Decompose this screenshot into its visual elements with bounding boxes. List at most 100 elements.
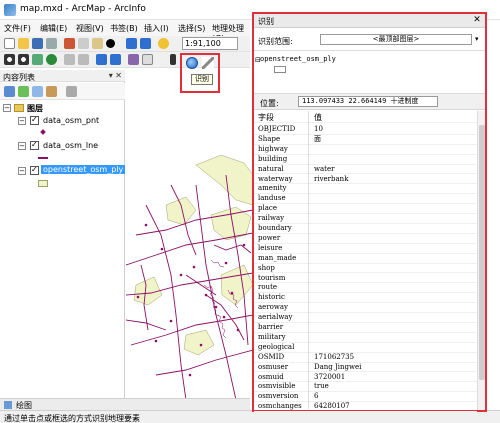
menu-selection[interactable]: 选择(S) [178, 23, 205, 34]
attribute-row[interactable]: building [254, 155, 477, 165]
value-column-header[interactable]: 值 [314, 113, 322, 122]
line-symbol-icon [38, 157, 48, 159]
menu-file[interactable]: 文件(F) [4, 23, 31, 34]
layer-label-lne[interactable]: data_osm_lne [43, 141, 98, 150]
open-folder-icon[interactable] [18, 38, 29, 49]
layer-visibility-checkbox-lne[interactable] [30, 140, 39, 150]
attribute-row[interactable]: tourism [254, 274, 477, 284]
attribute-row[interactable]: osmchanges 64280107 [254, 402, 477, 413]
collapse-layer-lne-icon[interactable]: − [18, 142, 26, 150]
attribute-row[interactable]: route [254, 283, 477, 294]
add-data-icon[interactable] [158, 38, 169, 49]
attribute-row[interactable]: aerialway [254, 313, 477, 323]
attribute-value: 64280107 [314, 402, 350, 411]
zoom-in-icon[interactable] [4, 54, 15, 65]
attribute-row[interactable]: natural water [254, 165, 477, 175]
polygon-symbol-icon [38, 180, 48, 187]
attribute-row[interactable]: railway [254, 214, 477, 224]
zoom-out-icon[interactable] [18, 54, 29, 65]
fixed-zoom-in-icon[interactable] [64, 54, 75, 65]
list-by-drawing-order-icon[interactable] [4, 86, 15, 97]
menu-bookmarks[interactable]: 书签(B) [110, 23, 138, 34]
fixed-zoom-out-icon[interactable] [78, 54, 89, 65]
identify-title: 识别 [258, 17, 274, 26]
attribute-row[interactable]: historic [254, 293, 477, 304]
identify-from-dropdown[interactable]: <最顶部图层> [320, 34, 472, 45]
attribute-field: historic [258, 293, 285, 302]
attribute-row[interactable]: leisure [254, 244, 477, 254]
attribute-row[interactable]: osmversion 6 [254, 392, 477, 403]
tree-layer-node[interactable]: openstreet_osm_ply [260, 55, 336, 63]
attribute-table-scrollbar[interactable] [477, 111, 485, 410]
clear-selection-icon[interactable] [142, 54, 153, 65]
chevron-down-icon[interactable]: ▾ [475, 35, 479, 43]
list-by-selection-icon[interactable] [46, 86, 57, 97]
list-by-visibility-icon[interactable] [32, 86, 43, 97]
forward-extent-icon[interactable] [110, 54, 121, 65]
cut-icon[interactable] [64, 38, 75, 49]
toc-root-label: 图层 [27, 104, 43, 113]
full-extent-icon[interactable] [46, 54, 57, 65]
attribute-row[interactable]: highway [254, 145, 477, 155]
layer-visibility-checkbox-ply[interactable] [30, 165, 39, 175]
list-by-source-icon[interactable] [18, 86, 29, 97]
attribute-row[interactable]: geological [254, 343, 477, 353]
collapse-root-icon[interactable]: − [3, 104, 11, 112]
copy-icon[interactable] [78, 38, 89, 49]
layer-label-ply[interactable]: openstreet_osm_ply [41, 165, 126, 174]
redo-icon[interactable] [140, 38, 151, 49]
attribute-field: osmvisible [258, 382, 296, 391]
attribute-row[interactable]: amenity [254, 184, 477, 195]
collapse-layer-ply-icon[interactable]: − [18, 167, 26, 175]
menu-view[interactable]: 视图(V) [76, 23, 104, 34]
select-features-icon[interactable] [128, 54, 139, 65]
select-elements-icon[interactable] [170, 54, 176, 65]
attribute-row[interactable]: osmvisible true [254, 382, 477, 393]
map-canvas[interactable] [126, 145, 253, 400]
menu-insert[interactable]: 插入(I) [144, 23, 169, 34]
attribute-value: true [314, 382, 329, 391]
osm-map-drawing [126, 154, 253, 400]
attribute-row[interactable]: Shape 面 [254, 135, 477, 145]
print-icon[interactable] [46, 38, 57, 49]
pan-icon[interactable] [32, 54, 43, 65]
identify-icon[interactable] [186, 57, 198, 69]
toc-pin-close[interactable]: ▾ ✕ [109, 71, 122, 80]
attribute-row[interactable]: osmuser Dang Jingwei [254, 363, 477, 373]
attribute-row[interactable]: OBJECTID 10 [254, 125, 477, 135]
save-icon[interactable] [32, 38, 43, 49]
paste-icon[interactable] [92, 38, 103, 49]
attribute-row[interactable]: landuse [254, 194, 477, 205]
attribute-row[interactable]: man_made [254, 254, 477, 264]
attribute-row[interactable]: osmuid 3720001 [254, 373, 477, 383]
attribute-field: tourism [258, 273, 286, 282]
scrollbar-thumb[interactable] [479, 125, 485, 380]
attribute-row[interactable]: shop [254, 264, 477, 274]
layer-label-pnt[interactable]: data_osm_pnt [43, 116, 99, 125]
collapse-layer-pnt-icon[interactable]: − [18, 117, 26, 125]
attribute-row[interactable]: OSMID 171062735 [254, 353, 477, 363]
attribute-row[interactable]: aeroway [254, 303, 477, 314]
attribute-row[interactable]: military [254, 333, 477, 343]
field-column-header[interactable]: 字段 [258, 113, 274, 122]
map-scale-input[interactable]: 1:91,100 [182, 37, 238, 50]
attribute-row[interactable]: place [254, 204, 477, 215]
toc-options-icon[interactable] [66, 86, 77, 97]
attribute-row[interactable]: boundary [254, 224, 477, 234]
attribute-value: riverbank [314, 174, 349, 183]
attribute-row[interactable]: barrier [254, 323, 477, 333]
undo-icon[interactable] [126, 38, 137, 49]
pencil-icon[interactable] [202, 57, 214, 69]
attribute-value: 6 [314, 392, 319, 401]
attribute-row[interactable]: power [254, 234, 477, 244]
back-extent-icon[interactable] [96, 54, 107, 65]
attribute-row[interactable]: waterway riverbank [254, 175, 477, 185]
attribute-field: leisure [258, 243, 283, 252]
close-icon[interactable]: ✕ [472, 16, 482, 25]
layer-visibility-checkbox-pnt[interactable] [30, 115, 39, 125]
new-document-icon[interactable] [4, 38, 15, 49]
tree-feature-node[interactable] [274, 66, 286, 73]
menu-edit[interactable]: 编辑(E) [40, 23, 67, 34]
attribute-field: shop [258, 263, 275, 272]
delete-icon[interactable] [106, 39, 115, 48]
